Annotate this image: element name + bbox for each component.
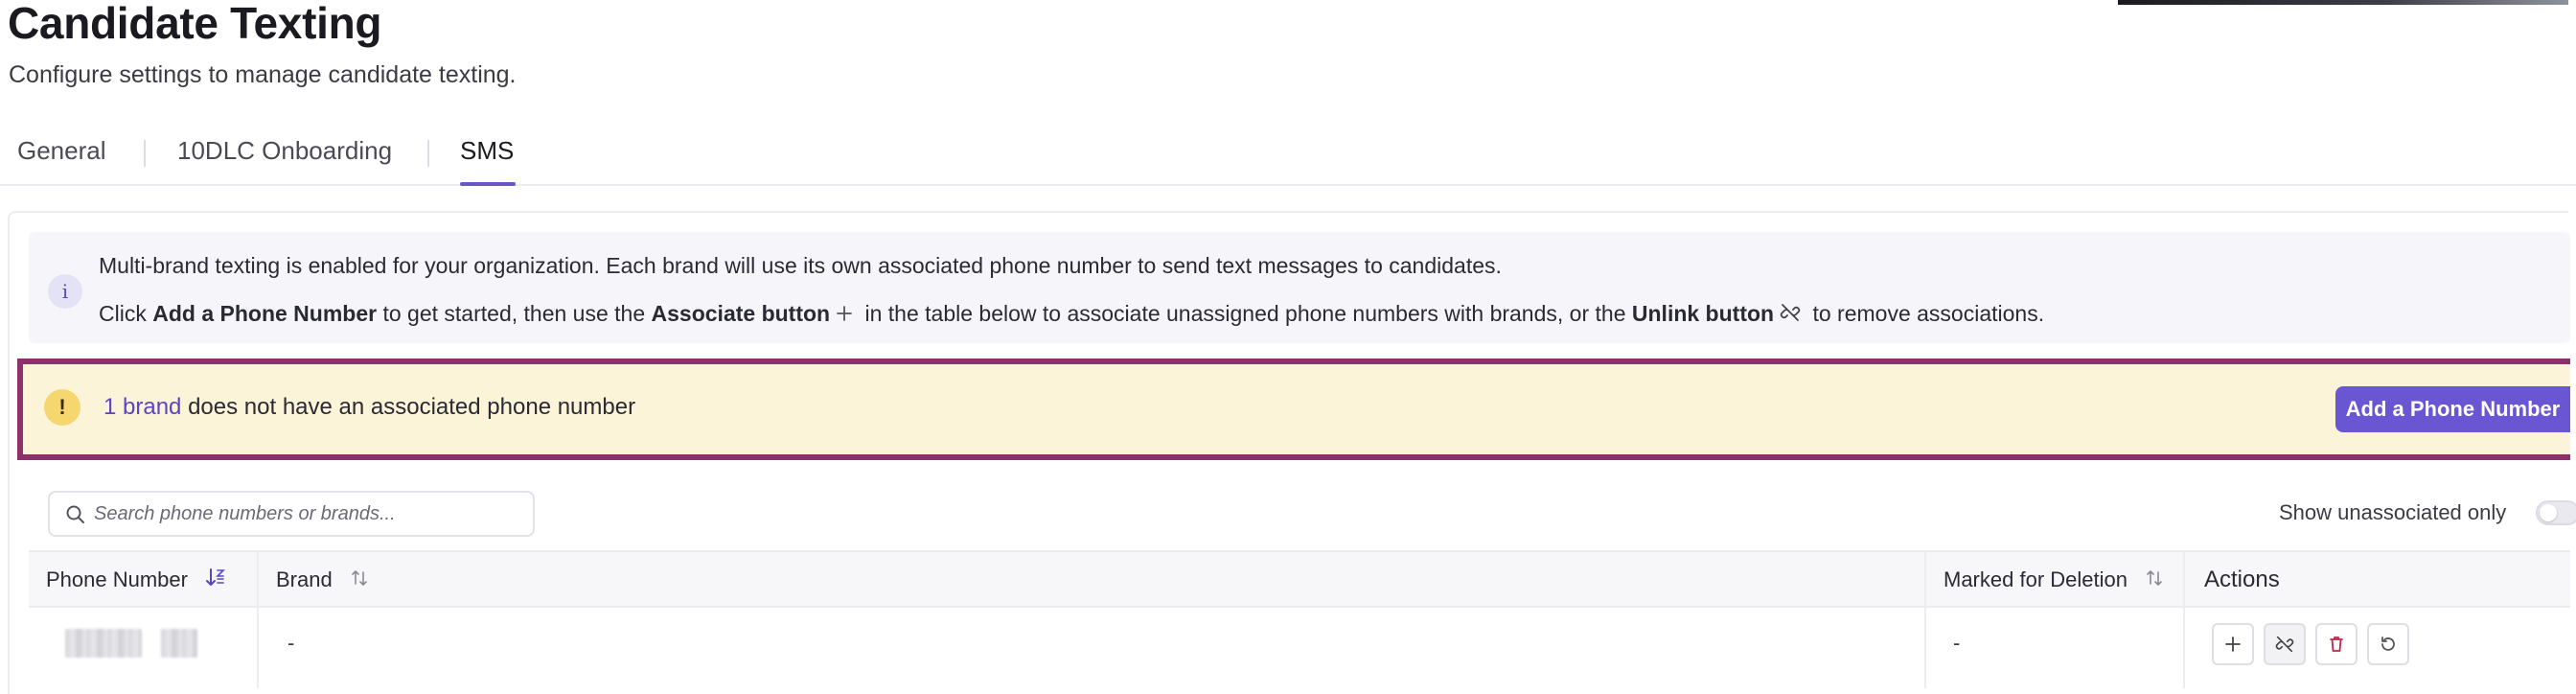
video-thumbnail-strip <box>2118 0 2568 5</box>
unlink-button[interactable] <box>2264 623 2306 665</box>
column-divider <box>2183 552 2185 608</box>
delete-button[interactable] <box>2315 623 2358 665</box>
info-icon: i <box>48 274 82 309</box>
trash-icon <box>2330 636 2343 652</box>
table-header: Phone Number Brand Marked for Deletion A… <box>29 550 2570 608</box>
associate-button-reference: Associate button <box>651 301 831 326</box>
info-text-line1: Multi-brand texting is enabled for your … <box>99 253 1502 278</box>
page-subtitle: Configure settings to manage candidate t… <box>9 61 517 88</box>
info-banner: i Multi-brand texting is enabled for you… <box>29 232 2570 343</box>
column-header-brand[interactable]: Brand <box>276 552 369 608</box>
tab-divider <box>427 140 429 167</box>
associate-button[interactable] <box>2212 623 2254 665</box>
unlink-icon <box>1780 302 1801 329</box>
plus-icon <box>2225 636 2241 652</box>
sort-ascending-icon[interactable] <box>205 553 226 609</box>
column-divider <box>257 608 259 688</box>
search-icon <box>65 504 86 530</box>
warning-text: 1 brand does not have an associated phon… <box>104 394 636 420</box>
column-header-actions: Actions <box>2204 567 2280 592</box>
column-divider <box>1924 552 1926 608</box>
plus-icon <box>836 302 853 328</box>
table-row: - - <box>29 608 2570 688</box>
search-box[interactable] <box>48 491 535 537</box>
add-phone-reference: Add a Phone Number <box>152 301 378 326</box>
tab-sms[interactable]: SMS <box>460 136 516 186</box>
sms-settings-panel: i Multi-brand texting is enabled for you… <box>8 211 2576 694</box>
toggle-knob <box>2540 504 2557 521</box>
sort-icon[interactable] <box>350 553 369 609</box>
table-toolbar: Show unassociated only <box>29 483 2576 541</box>
unlink-button-reference: Unlink button <box>1631 301 1775 326</box>
marked-for-deletion-cell: - <box>1953 631 1961 655</box>
brand-cell: - <box>288 631 295 655</box>
column-divider <box>2183 608 2185 688</box>
tab-sms-label: SMS <box>460 136 515 165</box>
redacted-phone-number <box>161 629 197 658</box>
undo-icon <box>2381 636 2395 651</box>
add-phone-number-button[interactable]: Add a Phone Number <box>2335 386 2570 432</box>
unlink-icon <box>2275 636 2294 653</box>
search-input[interactable] <box>94 498 516 529</box>
show-unassociated-label: Show unassociated only <box>2279 500 2507 524</box>
warning-icon: ! <box>44 389 80 426</box>
sort-icon[interactable] <box>2145 553 2164 609</box>
missing-phone-warning-banner: ! 1 brand does not have an associated ph… <box>17 359 2570 460</box>
column-header-phone-number[interactable]: Phone Number <box>46 552 226 608</box>
active-tab-indicator <box>460 182 516 186</box>
tab-general[interactable]: General <box>17 136 106 184</box>
tab-divider <box>144 140 146 167</box>
show-unassociated-toggle[interactable] <box>2536 500 2576 525</box>
info-text-line2: Click Add a Phone Number to get started,… <box>99 301 2044 329</box>
redacted-phone-number <box>65 629 142 658</box>
column-divider <box>1924 608 1926 688</box>
brand-count-link[interactable]: 1 brand <box>104 394 181 420</box>
column-divider <box>257 552 259 608</box>
page-title: Candidate Texting <box>8 0 382 48</box>
restore-button[interactable] <box>2367 623 2409 665</box>
tab-10dlc-onboarding[interactable]: 10DLC Onboarding <box>177 136 392 184</box>
column-header-marked-for-deletion[interactable]: Marked for Deletion <box>1944 552 2164 608</box>
tab-bar: General 10DLC Onboarding SMS <box>0 132 2576 186</box>
